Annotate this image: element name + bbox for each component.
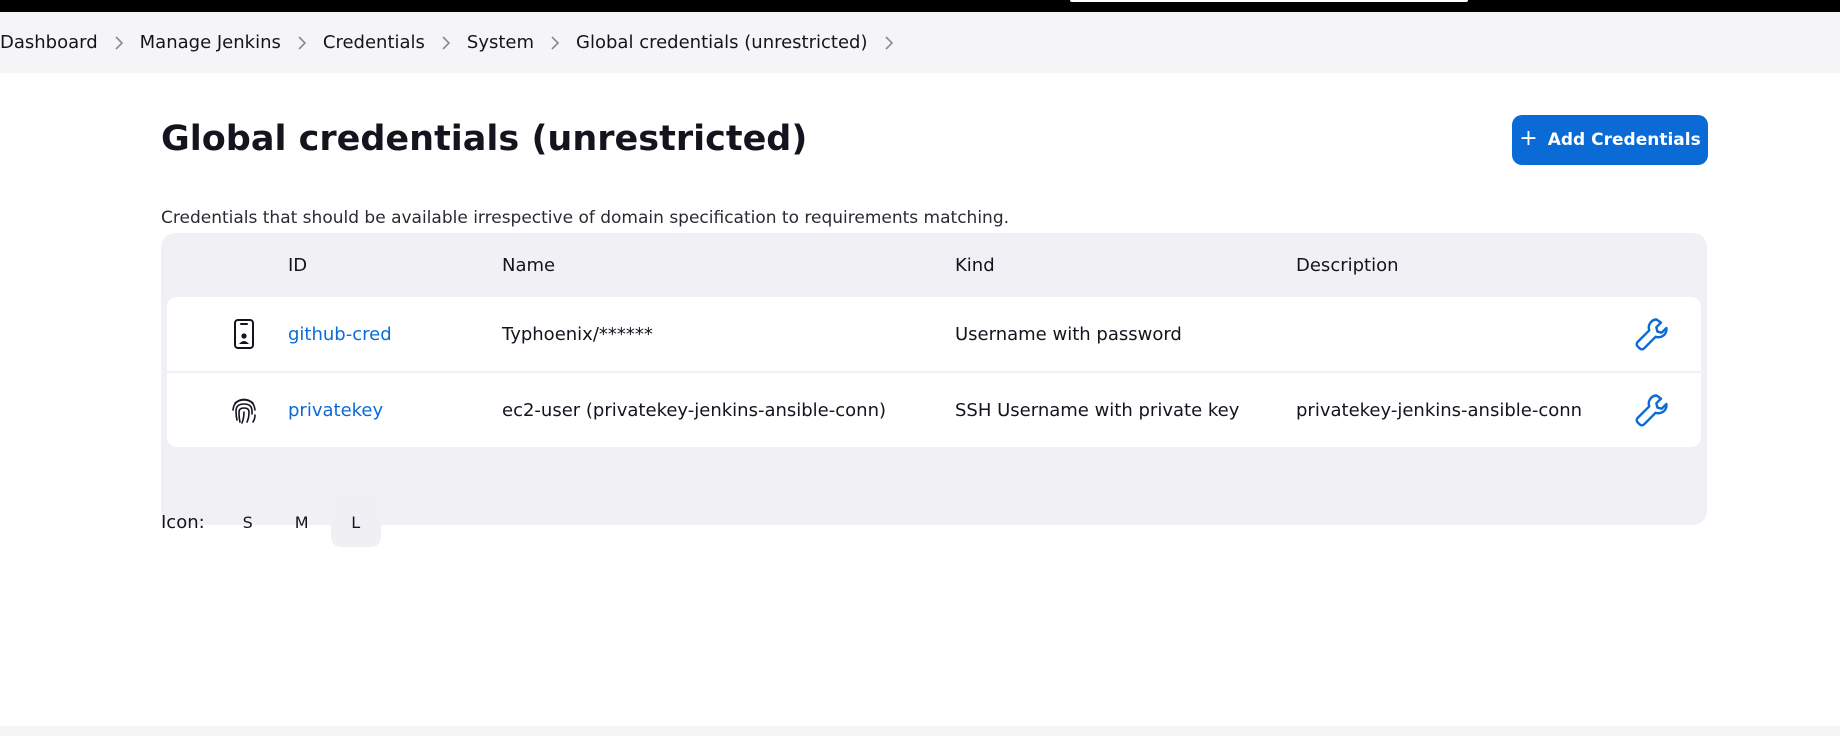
chevron-right-icon[interactable] <box>868 35 910 50</box>
chevron-right-icon <box>98 35 140 50</box>
wrench-icon[interactable] <box>1627 297 1677 371</box>
breadcrumb-system[interactable]: System <box>467 32 534 53</box>
search-box[interactable] <box>1070 0 1468 2</box>
table-row: privatekey ec2-user (privatekey-jenkins-… <box>167 373 1701 447</box>
breadcrumb-dashboard[interactable]: Dashboard <box>0 32 98 53</box>
credential-id-link[interactable]: privatekey <box>288 400 383 421</box>
credentials-table: ID Name Kind Description github-cred Typ… <box>161 233 1707 525</box>
icon-size-small[interactable]: S <box>223 497 273 547</box>
breadcrumb: Dashboard Manage Jenkins Credentials Sys… <box>0 12 1840 73</box>
chevron-right-icon <box>425 35 467 50</box>
credential-name: ec2-user (privatekey-jenkins-ansible-con… <box>502 399 887 421</box>
icon-size-medium[interactable]: M <box>277 497 327 547</box>
credential-id-link[interactable]: github-cred <box>288 324 392 345</box>
credential-id[interactable]: privatekey <box>288 373 383 447</box>
footer <box>0 726 1840 736</box>
breadcrumb-manage-jenkins[interactable]: Manage Jenkins <box>140 32 281 53</box>
breadcrumb-global-credentials[interactable]: Global credentials (unrestricted) <box>576 32 867 53</box>
phone-id-icon <box>219 297 269 371</box>
column-header-kind[interactable]: Kind <box>955 255 995 276</box>
chevron-right-icon <box>281 35 323 50</box>
chevron-right-icon <box>534 35 576 50</box>
fingerprint-icon <box>219 373 269 447</box>
breadcrumb-credentials[interactable]: Credentials <box>323 32 425 53</box>
icon-size-selector: Icon: S M L <box>161 497 381 547</box>
add-credentials-label: Add Credentials <box>1547 130 1701 150</box>
credential-kind: SSH Username with private key <box>955 399 1240 421</box>
wrench-icon[interactable] <box>1627 373 1677 447</box>
plus-icon: + <box>1519 126 1538 151</box>
credential-description: privatekey-jenkins-ansible-conn <box>1296 399 1583 421</box>
credential-id[interactable]: github-cred <box>288 297 392 371</box>
add-credentials-button[interactable]: + Add Credentials <box>1512 115 1708 165</box>
icon-size-large[interactable]: L <box>330 497 381 547</box>
credential-name: Typhoenix/****** <box>502 323 653 345</box>
column-header-description[interactable]: Description <box>1296 255 1399 276</box>
main-content: Global credentials (unrestricted) + Add … <box>0 73 1840 726</box>
icon-size-label: Icon: <box>161 511 205 533</box>
top-header-bar <box>0 0 1840 12</box>
table-row: github-cred Typhoenix/****** Username wi… <box>167 297 1701 371</box>
column-header-id[interactable]: ID <box>288 255 307 276</box>
page-description: Credentials that should be available irr… <box>161 208 1010 228</box>
column-header-name[interactable]: Name <box>502 255 555 276</box>
page-title: Global credentials (unrestricted) <box>161 119 808 159</box>
credential-kind: Username with password <box>955 323 1182 345</box>
